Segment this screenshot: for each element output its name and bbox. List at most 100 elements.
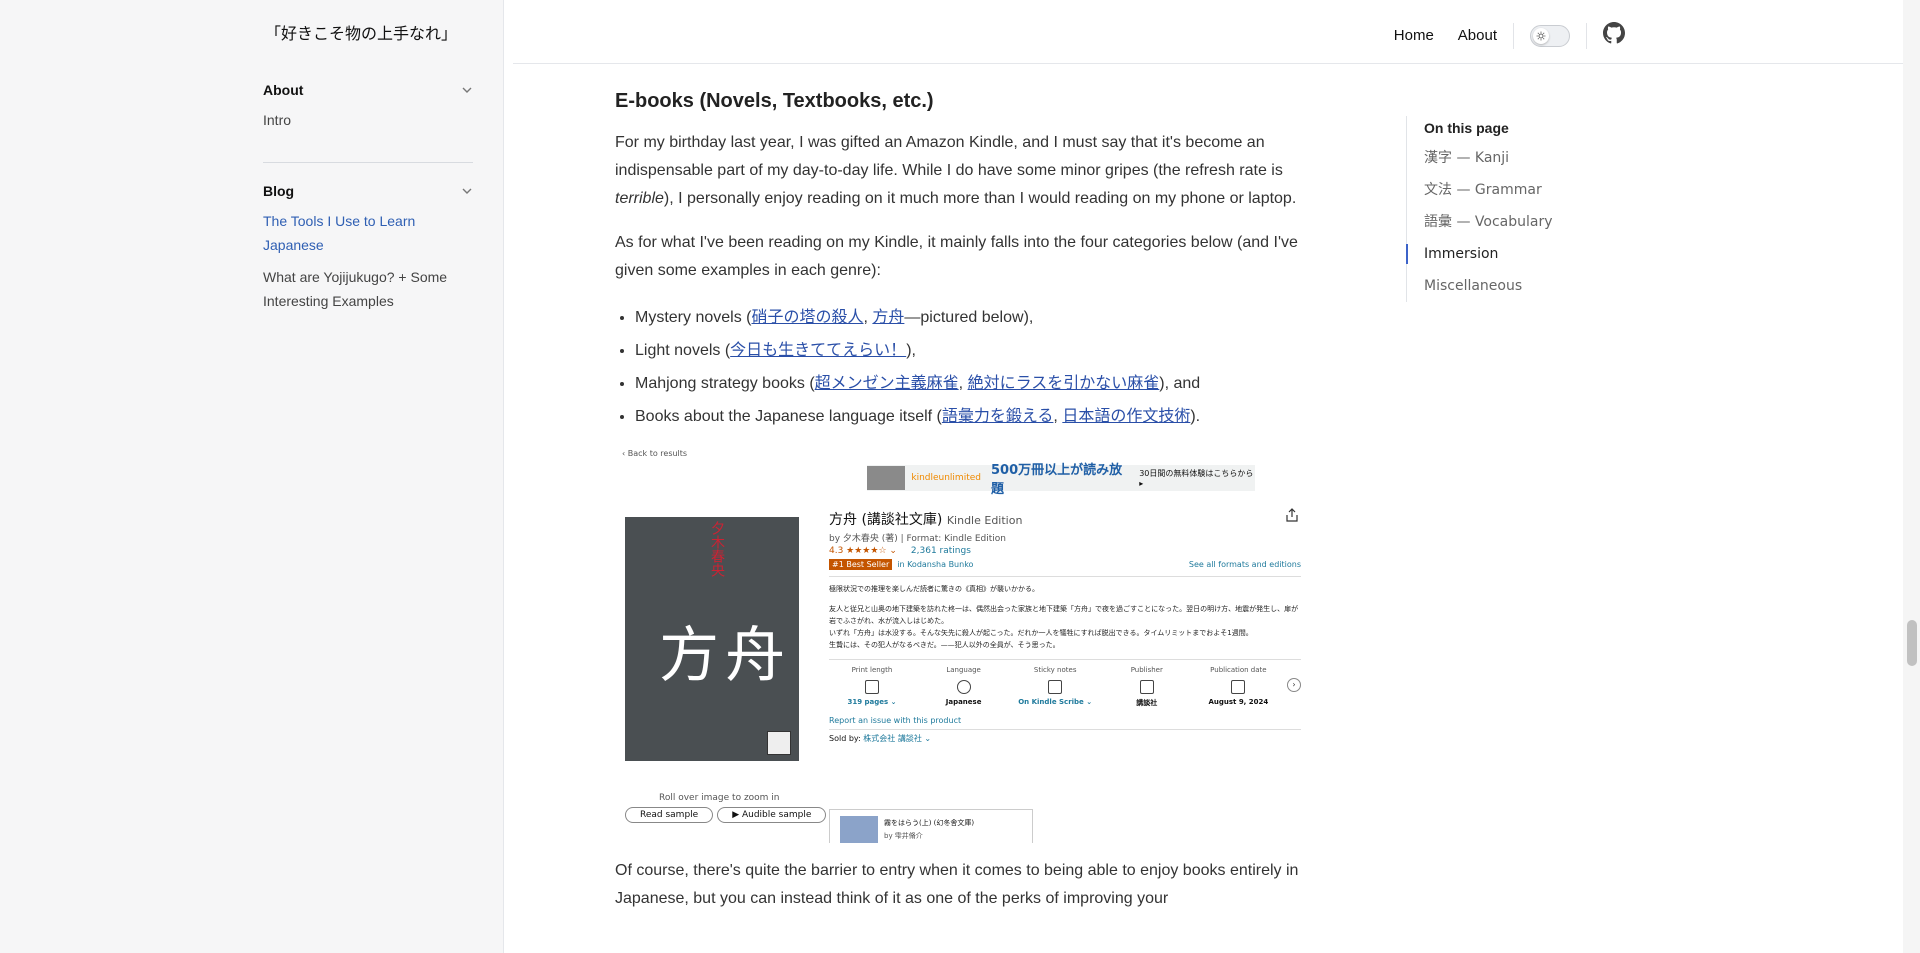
nav-home-link[interactable]: Home bbox=[1394, 27, 1434, 44]
sidebar-item-yojijukugo[interactable]: What are Yojijukugo? + Some Interesting … bbox=[263, 265, 473, 313]
cover-author: 夕木春央 bbox=[709, 521, 725, 577]
read-sample-button: Read sample bbox=[625, 807, 714, 823]
ratings-count: 2,361 ratings bbox=[910, 546, 971, 556]
detail-value: Japanese bbox=[945, 698, 982, 706]
detail-value: 319 pages ⌄ bbox=[847, 698, 897, 706]
sidebar-section-about: About Intro bbox=[263, 80, 473, 132]
toc-item-vocabulary[interactable]: 語彙 — Vocabulary bbox=[1424, 206, 1606, 238]
kindle-unlimited-logo: kindleunlimited bbox=[911, 473, 981, 483]
sidebar-item-intro[interactable]: Intro bbox=[263, 108, 473, 132]
book-link[interactable]: 方舟 bbox=[872, 307, 904, 326]
detail-label: Publication date bbox=[1210, 666, 1267, 674]
book-link[interactable]: 超メンゼン主義麻雀 bbox=[815, 373, 959, 392]
text: ), bbox=[906, 342, 916, 359]
series-title: 霧をはらう(上) (幻冬舎文庫) bbox=[884, 819, 975, 827]
detail-publication-date: Publication date August 9, 2024 bbox=[1195, 666, 1281, 706]
detail-value: 講談社 bbox=[1136, 699, 1158, 707]
globe-icon bbox=[956, 680, 971, 694]
text: Mystery novels ( bbox=[635, 309, 752, 326]
detail-publisher: Publisher 講談社 bbox=[1104, 666, 1190, 708]
best-seller-row: #1 Best Seller in Kodansha Bunko See all… bbox=[829, 559, 1301, 570]
sidebar-item-tools[interactable]: The Tools I Use to Learn Japanese bbox=[263, 209, 473, 257]
emphasis: terrible bbox=[615, 190, 664, 207]
text: For my birthday last year, I was gifted … bbox=[615, 134, 1283, 179]
sold-by-value: 株式会社 講談社 ⌄ bbox=[863, 734, 932, 743]
detail-print-length: Print length 319 pages ⌄ bbox=[829, 666, 915, 706]
amazon-product-screenshot: ‹ Back to results kindleunlimited 500万冊以… bbox=[615, 447, 1301, 843]
list-item: Light novels (今日も生きててえらい！), bbox=[635, 334, 1301, 367]
toc-item-kanji[interactable]: 漢字 — Kanji bbox=[1424, 142, 1606, 174]
book-link[interactable]: 今日も生きててえらい！ bbox=[730, 340, 906, 359]
toc-item-immersion[interactable]: Immersion bbox=[1406, 238, 1606, 270]
site-title[interactable]: 「好きこそ物の上手なれ」 bbox=[265, 20, 457, 44]
calendar-icon bbox=[1231, 680, 1246, 694]
edition-text: Kindle Edition bbox=[946, 514, 1023, 527]
book-link[interactable]: 日本語の作文技術 bbox=[1062, 406, 1190, 425]
sold-by: Sold by: 株式会社 講談社 ⌄ bbox=[829, 733, 1301, 744]
text: , bbox=[958, 375, 968, 392]
scrollbar[interactable] bbox=[1903, 0, 1920, 953]
toc-item-grammar[interactable]: 文法 — Grammar bbox=[1424, 174, 1606, 206]
detail-label: Language bbox=[946, 666, 981, 674]
detail-sticky-notes: Sticky notes On Kindle Scribe ⌄ bbox=[1012, 666, 1098, 706]
divider bbox=[1586, 22, 1587, 49]
book-link[interactable]: 語彙力を鍛える bbox=[942, 406, 1054, 425]
table-of-contents: On this page 漢字 — Kanji 文法 — Grammar 語彙 … bbox=[1406, 116, 1606, 302]
toc-item-miscellaneous[interactable]: Miscellaneous bbox=[1424, 270, 1606, 302]
theme-toggle[interactable] bbox=[1530, 24, 1570, 47]
sample-buttons: Read sample ▶ Audible sample bbox=[625, 807, 830, 823]
rating-stars: 4.3 ★★★★☆ ⌄ bbox=[829, 546, 897, 556]
book-icon bbox=[865, 680, 879, 694]
list-item: Mahjong strategy books (超メンゼン主義麻雀, 絶対にラス… bbox=[635, 367, 1301, 400]
cover-title: 方舟 bbox=[659, 621, 791, 691]
list-item: Books about the Japanese language itself… bbox=[635, 400, 1301, 433]
detail-label: Sticky notes bbox=[1033, 666, 1077, 674]
scrollbar-thumb[interactable] bbox=[1907, 620, 1917, 666]
nav-about-link[interactable]: About bbox=[1458, 27, 1497, 44]
desc-line: 友人と従兄と山奥の地下建築を訪れた柊一は、偶然出会った家族と地下建築「方舟」で夜… bbox=[829, 605, 1299, 625]
building-icon bbox=[1139, 680, 1154, 694]
publisher-seal bbox=[767, 731, 791, 755]
banner-text: 500万冊以上が読み放題 bbox=[990, 463, 1123, 497]
banner-cta: 30日間の無料体験はこちらから ▸ bbox=[1139, 469, 1254, 488]
zoom-hint: Roll over image to zoom in bbox=[659, 793, 780, 803]
desc-line: 生贄には、その犯人がなるべきだ。——犯人以外の全員が、そう思った。 bbox=[829, 641, 1060, 649]
title-text: 方舟 (講談社文庫) bbox=[829, 512, 943, 528]
paragraph: As for what I've been reading on my Kind… bbox=[615, 234, 1298, 279]
series-text: 霧をはらう(上) (幻冬舎文庫) by 雫井脩介 bbox=[878, 810, 980, 843]
sold-by-label: Sold by: bbox=[829, 734, 864, 743]
sidebar-section-label: About bbox=[263, 82, 304, 98]
sidebar-section-header-blog[interactable]: Blog bbox=[263, 181, 473, 201]
see-all-formats: See all formats and editions bbox=[1188, 560, 1301, 569]
github-icon[interactable] bbox=[1603, 22, 1625, 49]
detail-value: August 9, 2024 bbox=[1208, 698, 1269, 706]
share-icon bbox=[1285, 507, 1301, 523]
text: —pictured below), bbox=[904, 309, 1034, 326]
sidebar-section-header-about[interactable]: About bbox=[263, 80, 473, 100]
divider bbox=[1513, 22, 1514, 49]
toc-title: On this page bbox=[1424, 120, 1509, 136]
article-content: E-books (Novels, Textbooks, etc.) For my… bbox=[615, 90, 1301, 929]
book-link[interactable]: 硝子の塔の殺人 bbox=[751, 307, 863, 326]
book-link[interactable]: 絶対にラスを引かない麻雀 bbox=[968, 373, 1160, 392]
chevron-down-icon[interactable] bbox=[461, 185, 473, 197]
detail-label: Publisher bbox=[1130, 666, 1163, 674]
audible-sample-button: ▶ Audible sample bbox=[717, 807, 827, 823]
desc-line: いずれ「方舟」は水没する。そんな矢先に殺人が起こった。だれか一人を犠牲にすれば脱… bbox=[829, 629, 1253, 637]
sidebar-section-blog: Blog The Tools I Use to Learn Japanese W… bbox=[263, 162, 473, 313]
list-item: Mystery novels (硝子の塔の殺人, 方舟—pictured bel… bbox=[635, 301, 1301, 334]
text: , bbox=[1053, 408, 1063, 425]
report-issue-link: Report an issue with this product bbox=[829, 716, 1301, 730]
text: Mahjong strategy books ( bbox=[635, 375, 815, 392]
banner-thumbnail bbox=[867, 466, 906, 490]
byline: by 夕木春央 (著) | Format: Kindle Edition bbox=[829, 534, 1007, 544]
product-details-carousel: Print length 319 pages ⌄ Language Japanese… bbox=[829, 659, 1301, 708]
product-title: 方舟 (講談社文庫) Kindle Edition bbox=[829, 509, 1301, 529]
back-to-results: ‹ Back to results bbox=[622, 449, 688, 458]
paragraph: For my birthday last year, I was gifted … bbox=[615, 129, 1301, 213]
text: ). bbox=[1190, 408, 1201, 425]
top-nav: Home About bbox=[1370, 22, 1625, 49]
best-seller-badge: #1 Best Seller bbox=[829, 559, 893, 570]
top-navbar: Home About bbox=[513, 0, 1903, 64]
chevron-down-icon[interactable] bbox=[461, 84, 473, 96]
